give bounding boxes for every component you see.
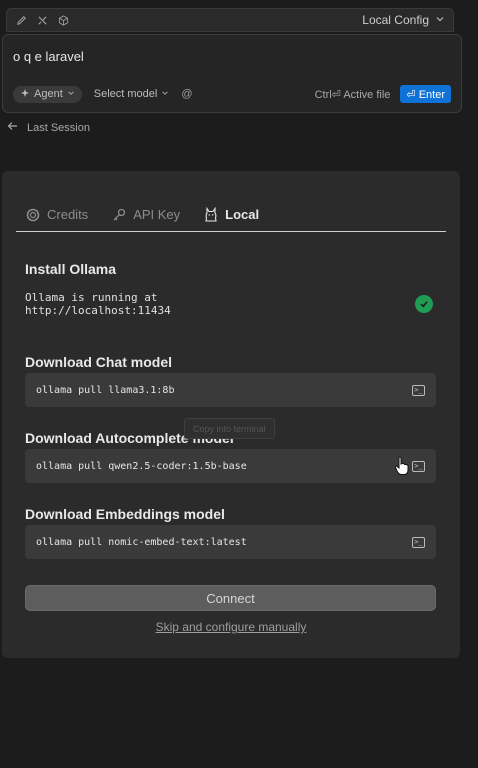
top-toolbar: Local Config [6,8,454,32]
install-title: Install Ollama [25,261,117,277]
ollama-icon [203,207,218,222]
tools-icon[interactable] [36,14,48,26]
check-icon [415,295,433,313]
credits-icon [25,207,40,222]
autocomplete-model-command[interactable]: ollama pull qwen2.5-coder:1.5b-base >_ [25,449,436,483]
mention-button[interactable]: @ [181,88,192,100]
onboarding-panel: Credits API Key Local Install Ollama Oll… [2,171,460,658]
tab-label: Credits [47,207,89,222]
chevron-down-icon [67,88,75,100]
config-label: Local Config [362,13,429,27]
arrow-left-icon [7,121,18,134]
model-selector[interactable]: Select model [94,88,170,100]
command-text: ollama pull nomic-embed-text:latest [36,536,247,548]
tab-label: API Key [133,207,181,222]
chevron-down-icon [161,88,169,100]
key-icon [111,207,126,222]
ollama-status: Ollama is running at http://localhost:11… [25,291,171,317]
tab-credits[interactable]: Credits [25,207,88,231]
terminal-icon[interactable]: >_ [412,384,425,396]
enter-button[interactable]: ⏎ Enter [400,85,451,103]
tab-api-key[interactable]: API Key [111,207,180,231]
pencil-icon[interactable] [15,14,27,26]
copy-tooltip: Copy into terminal [184,418,275,439]
input-controls: Agent Select model @ Ctrl⏎ Active file ⏎… [13,85,451,103]
terminal-icon[interactable]: >_ [412,536,425,548]
chat-model-command[interactable]: ollama pull llama3.1:8b >_ [25,373,436,407]
command-text: ollama pull qwen2.5-coder:1.5b-base [36,460,247,472]
agent-icon [20,88,30,101]
agent-mode-selector[interactable]: Agent [13,85,82,103]
hand-cursor-icon [394,456,410,479]
chat-input-card[interactable]: o q e laravel Agent Select model @ Ctrl⏎… [2,34,462,113]
last-session-label: Last Session [27,121,90,134]
toolbar-icons [15,14,69,26]
chat-input[interactable]: o q e laravel [13,49,84,64]
model-label: Select model [93,88,158,100]
cube-icon[interactable] [57,14,69,26]
command-text: ollama pull llama3.1:8b [36,384,175,396]
provider-tabs: Credits API Key Local [16,207,446,232]
config-selector[interactable]: Local Config [362,13,445,27]
embeddings-model-command[interactable]: ollama pull nomic-embed-text:latest >_ [25,525,436,559]
last-session-link[interactable]: Last Session [7,121,90,134]
skip-configure-link[interactable]: Skip and configure manually [2,620,460,634]
active-file-hint[interactable]: Ctrl⏎ Active file [315,88,391,101]
tab-label: Local [225,207,260,222]
connect-button[interactable]: Connect [25,585,436,611]
chevron-down-icon [435,13,445,27]
tab-local[interactable]: Local [203,207,259,231]
embeddings-model-title: Download Embeddings model [25,506,225,522]
terminal-icon[interactable]: >_ [412,460,425,472]
agent-label: Agent [34,88,63,100]
chat-model-title: Download Chat model [25,354,172,370]
